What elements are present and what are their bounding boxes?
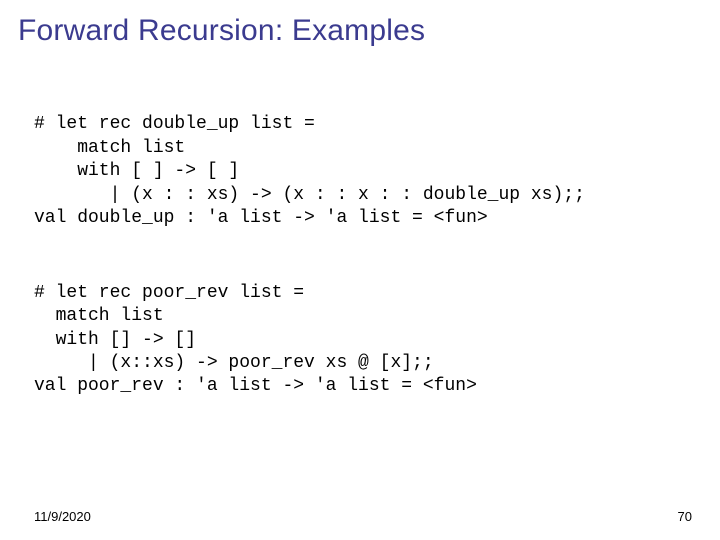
code-line: with [ ] -> [ ] xyxy=(34,161,239,181)
code-line: | (x : : xs) -> (x : : x : : double_up x… xyxy=(34,185,585,205)
code-example-poor-rev: # let rec poor_rev list = match list wit… xyxy=(0,258,720,398)
code-line: match list xyxy=(34,138,185,158)
code-example-double-up: # let rec double_up list = match list wi… xyxy=(0,90,720,230)
code-line: with [] -> [] xyxy=(34,330,196,350)
footer-page-number: 70 xyxy=(678,509,692,524)
code-line: val poor_rev : 'a list -> 'a list = <fun… xyxy=(34,376,477,396)
footer: 11/9/2020 70 xyxy=(34,509,692,524)
code-line: # let rec poor_rev list = xyxy=(34,283,304,303)
footer-date: 11/9/2020 xyxy=(34,509,91,524)
slide-title: Forward Recursion: Examples xyxy=(0,0,720,48)
code-line: # let rec double_up list = xyxy=(34,114,315,134)
code-line: val double_up : 'a list -> 'a list = <fu… xyxy=(34,208,488,228)
code-line: | (x::xs) -> poor_rev xs @ [x];; xyxy=(34,353,434,373)
code-line: match list xyxy=(34,306,164,326)
